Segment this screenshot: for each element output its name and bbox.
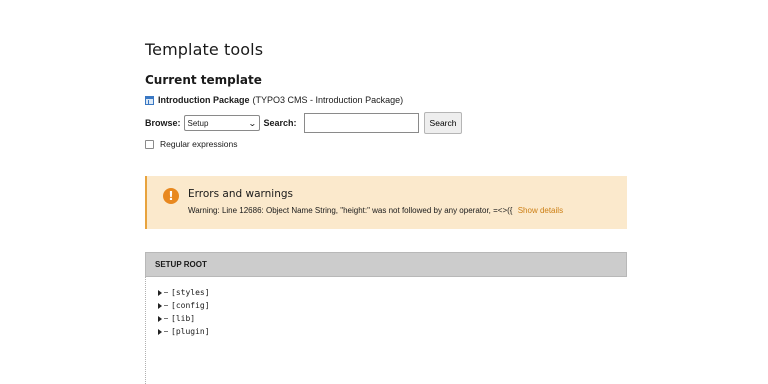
expand-icon[interactable] [158, 328, 162, 335]
warning-alert: ! Errors and warnings Warning: Line 1268… [145, 176, 627, 229]
browse-select-value: Setup [187, 118, 209, 128]
tree-guide-line [145, 277, 147, 384]
expand-icon[interactable] [158, 302, 162, 309]
expand-icon[interactable] [158, 289, 162, 296]
search-label: Search: [263, 118, 297, 128]
regex-option[interactable]: Regular expressions [145, 139, 237, 149]
tree-item-label[interactable]: [styles] [171, 288, 210, 297]
tree-item-label[interactable]: [plugin] [171, 327, 210, 336]
page-title: Template tools [145, 40, 264, 59]
regex-checkbox[interactable] [145, 139, 154, 149]
tree-item-label[interactable]: [config] [171, 301, 210, 310]
tree-connector [164, 305, 168, 306]
show-details-link[interactable]: Show details [518, 206, 563, 215]
template-name: Introduction Package [158, 95, 250, 105]
chevron-down-icon: ⌄ [247, 118, 257, 128]
browse-search-bar: Browse: Setup ⌄ Search: Search [145, 112, 463, 134]
alert-title: Errors and warnings [188, 188, 294, 200]
alert-message: Warning: Line 12686: Object Name String,… [188, 206, 513, 215]
tree-connector [164, 318, 168, 319]
search-input[interactable] [303, 113, 419, 133]
template-icon [145, 95, 154, 105]
tree-item-styles[interactable]: [styles] [158, 288, 210, 297]
setup-root-header: SETUP ROOT [145, 252, 627, 277]
search-button[interactable]: Search [423, 112, 463, 134]
tree-connector [164, 292, 168, 293]
tree-item-plugin[interactable]: [plugin] [158, 327, 210, 336]
expand-icon[interactable] [158, 315, 162, 322]
section-title: Current template [145, 73, 262, 87]
tree-item-lib[interactable]: [lib] [158, 314, 195, 323]
browse-select[interactable]: Setup ⌄ [183, 115, 260, 131]
alert-message-line: Warning: Line 12686: Object Name String,… [188, 206, 563, 215]
exclamation-icon: ! [163, 188, 179, 204]
regex-label: Regular expressions [160, 139, 238, 149]
setup-tree: [styles] [config] [lib] [plugin] [145, 277, 627, 384]
browse-label: Browse: [145, 118, 181, 128]
template-detail: (TYPO3 CMS - Introduction Package) [252, 95, 404, 105]
tree-item-label[interactable]: [lib] [171, 314, 195, 323]
tree-item-config[interactable]: [config] [158, 301, 210, 310]
current-template: Introduction Package (TYPO3 CMS - Introd… [145, 95, 403, 105]
tree-connector [164, 331, 168, 332]
page: Template tools Current template Introduc… [0, 0, 768, 384]
